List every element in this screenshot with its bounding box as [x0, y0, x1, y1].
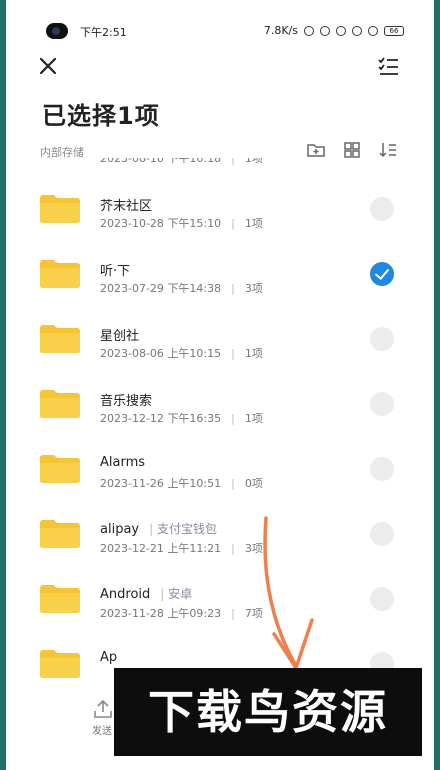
file-date: 2023-11-28 [100, 607, 164, 620]
file-time: 下午16:35 [167, 412, 222, 425]
file-row[interactable]: 音乐搜索 2023-12-12 下午16:35 | 1项 [6, 370, 434, 435]
file-meta: 2023-11-28 上午09:23 | 7项 [100, 607, 263, 620]
file-meta: 2023-07-29 下午14:38 | 3项 [100, 282, 263, 295]
file-row[interactable]: alipay支付宝钱包 2023-12-21 上午11:21|3项 [6, 500, 434, 565]
new-folder-icon[interactable] [306, 140, 326, 160]
send-icon[interactable] [92, 698, 114, 720]
checkbox[interactable] [370, 522, 394, 546]
file-date: 2023-12-12 [100, 412, 164, 425]
file-time: 下午16:18 [167, 158, 222, 165]
folder-icon [40, 195, 80, 223]
file-count: 3项 [244, 282, 263, 295]
checkbox[interactable] [370, 392, 394, 416]
checkbox[interactable] [370, 587, 394, 611]
file-row[interactable]: 听·下 2023-07-29 下午14:38 | 3项 [6, 240, 434, 305]
checkbox[interactable] [370, 327, 394, 351]
file-meta: 2023-08-10 下午16:18 | 1项 [100, 158, 263, 166]
checklist-icon [378, 57, 398, 75]
file-date: 2023-07-29 [100, 282, 164, 295]
file-row[interactable]: Alarms 2023-11-26 上午10:51 | 0项 [6, 435, 434, 500]
file-date: 2023-12-21 [100, 542, 164, 555]
folder-icon [40, 585, 80, 613]
file-count: 1项 [244, 217, 263, 230]
folder-icon [40, 455, 80, 483]
watermark-banner: 下载鸟资源 [114, 668, 422, 756]
file-count: 7项 [244, 607, 263, 620]
file-meta: 2023-10-28 下午15:10 | 1项 [100, 217, 263, 230]
close-icon [39, 57, 57, 75]
folder-icon [40, 260, 80, 288]
file-alias: 支付宝钱包 [149, 522, 217, 536]
file-row[interactable]: Android安卓 2023-11-28 上午09:23|7项 [6, 565, 434, 630]
dnd-icon [352, 25, 362, 36]
file-alias: 安卓 [160, 587, 192, 601]
wifi-icon [368, 25, 378, 36]
folder-icon [40, 520, 80, 548]
file-name: 听·下 [100, 264, 131, 279]
device-frame-right [434, 0, 440, 770]
file-row[interactable]: 2023-08-10 下午16:18 | 1项 [6, 158, 434, 175]
file-name: alipay支付宝钱包 [100, 520, 217, 537]
file-count: 1项 [244, 158, 263, 165]
file-count: 1项 [244, 347, 263, 360]
file-name: Ap [100, 650, 118, 665]
status-bar: 下午2:51 7.8K/s 66 [6, 18, 434, 40]
file-time: 上午10:15 [167, 347, 222, 360]
file-list: 2023-08-10 下午16:18 | 1项芥末社区 2023-10-28 下午15… [6, 158, 434, 678]
alarm-icon [336, 25, 346, 36]
notification-icon [304, 25, 314, 36]
file-meta: 2023-12-21 上午11:21 | 3项 [100, 542, 263, 555]
select-all-button[interactable] [376, 54, 404, 82]
folder-icon [40, 390, 80, 418]
file-date: 2023-11-26 [100, 477, 164, 490]
file-count: 3项 [244, 542, 263, 555]
file-time: 下午14:38 [167, 282, 222, 295]
network-speed: 7.8K/s [263, 24, 298, 37]
file-count: 1项 [244, 412, 263, 425]
checkbox[interactable] [370, 457, 394, 481]
file-name: 星创社 [100, 329, 140, 344]
file-date: 2023-08-10 [100, 158, 164, 165]
battery-indicator: 66 [384, 25, 404, 36]
sync-icon [320, 25, 330, 36]
checkbox-checked[interactable] [370, 262, 394, 286]
selection-toolbar [6, 52, 434, 84]
phone-screen: 下午2:51 7.8K/s 66 已选择1项 内部存储 2023-08-10 下… [6, 0, 434, 770]
file-time: 上午10:51 [167, 477, 222, 490]
file-row[interactable]: 芥末社区 2023-10-28 下午15:10 | 1项 [6, 175, 434, 240]
checkbox[interactable] [370, 197, 394, 221]
folder-icon [40, 650, 80, 678]
grid-view-icon[interactable] [342, 140, 362, 160]
file-name: Android安卓 [100, 585, 192, 602]
camera-cutout [46, 23, 68, 39]
page-title: 已选择1项 [42, 102, 160, 130]
file-time: 下午15:10 [167, 217, 222, 230]
sort-icon[interactable] [378, 140, 398, 160]
file-row[interactable]: 星创社 2023-08-06 上午10:15 | 1项 [6, 305, 434, 370]
file-meta: 2023-08-06 上午10:15 | 1项 [100, 347, 263, 360]
status-time: 下午2:51 [80, 26, 127, 39]
folder-icon [40, 325, 80, 353]
file-date: 2023-10-28 [100, 217, 164, 230]
file-name: 芥末社区 [100, 199, 153, 214]
file-meta: 2023-12-12 下午16:35 | 1项 [100, 412, 263, 425]
file-name: Alarms [100, 455, 146, 470]
file-meta: 2023-11-26 上午10:51 | 0项 [100, 477, 263, 490]
file-time: 上午11:21 [167, 542, 222, 555]
file-count: 0项 [244, 477, 263, 490]
send-label[interactable]: 发送 [92, 722, 112, 737]
file-time: 上午09:23 [167, 607, 222, 620]
file-date: 2023-08-06 [100, 347, 164, 360]
close-button[interactable] [36, 54, 64, 82]
file-name: 音乐搜索 [100, 394, 153, 409]
